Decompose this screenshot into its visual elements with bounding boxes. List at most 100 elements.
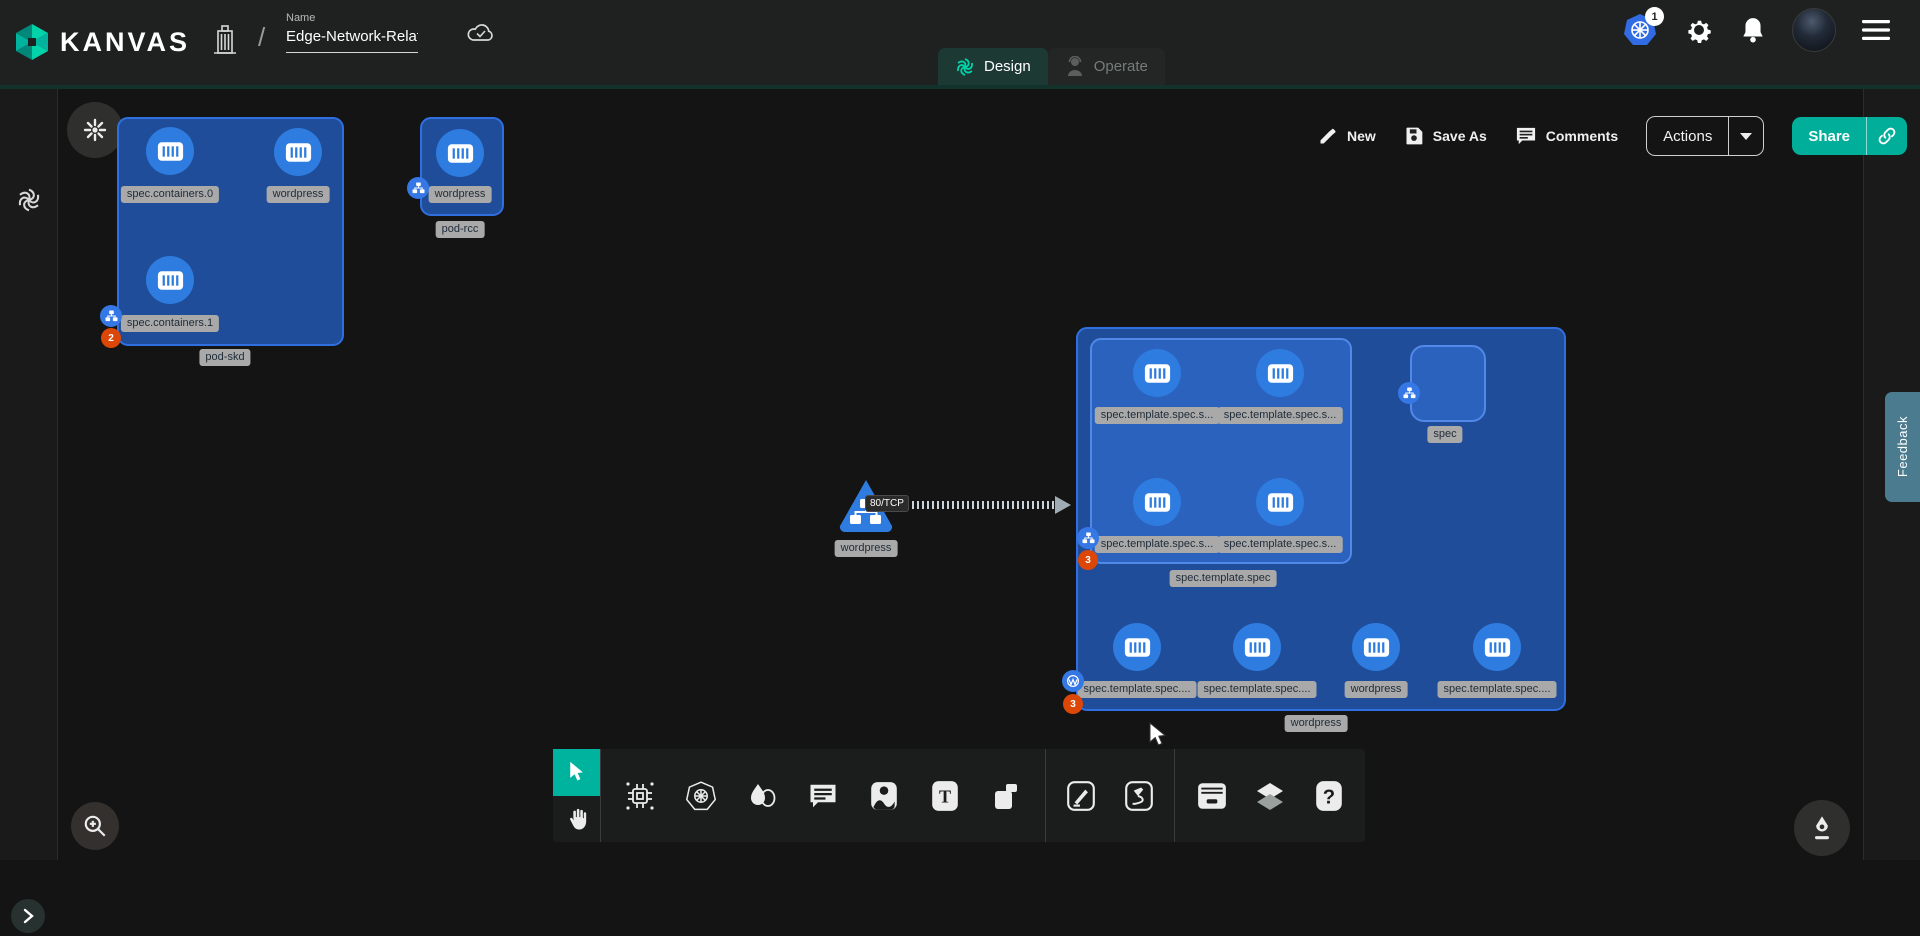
copy-link-button[interactable] [1867,126,1907,146]
node-label: spec.template.spec.s... [1218,536,1343,553]
settings-gear-icon[interactable] [1684,15,1714,45]
edge-arrowhead [1055,496,1071,514]
edge-draw-tool[interactable] [1059,766,1103,826]
text-tool[interactable]: T [923,766,967,826]
feedback-tab[interactable]: Feedback [1885,392,1920,502]
actions-split-button: Actions [1646,116,1764,156]
relationship-badge-icon[interactable] [407,177,429,199]
design-name-input[interactable]: Edge-Network-Relatio [286,28,418,53]
container-node[interactable] [274,128,322,176]
hamburger-menu-icon[interactable] [1862,19,1890,41]
notifications-bell-icon[interactable] [1740,16,1766,44]
svg-text:?: ? [1322,786,1334,808]
media-tool[interactable] [862,766,906,826]
kubernetes-context-button[interactable]: 1 [1622,13,1658,47]
new-button-label: New [1347,128,1376,144]
k8s-context-count-badge: 1 [1645,7,1664,26]
mode-tabs: Design Operate [938,48,1165,85]
node-label: spec.template.spec.... [1078,681,1197,698]
group-label: wordpress [1285,715,1348,732]
error-count-badge[interactable]: 3 [1063,694,1083,714]
drawer-tool[interactable] [1190,766,1234,826]
breadcrumb-separator: / [258,22,265,53]
shapes-tool[interactable] [740,766,784,826]
zoom-button[interactable] [71,802,119,850]
name-label: Name [286,12,418,24]
brand: KANVAS [14,22,190,62]
node-label: spec.template.spec.s... [1095,536,1220,553]
container-node[interactable] [1473,623,1521,671]
pen-tool-button[interactable] [1794,800,1850,856]
select-tool-button[interactable] [553,749,600,796]
user-avatar[interactable] [1792,8,1836,52]
comment-tool[interactable] [801,766,845,826]
container-node[interactable] [1352,623,1400,671]
pointer-tool-column [553,749,600,842]
node-label: spec.containers.0 [121,186,219,203]
relationship-badge-icon[interactable] [1077,527,1099,549]
container-node[interactable] [1133,478,1181,526]
tab-operate-label: Operate [1094,58,1148,75]
tab-operate[interactable]: Operate [1048,48,1165,85]
new-button[interactable]: New [1318,126,1376,146]
container-node[interactable] [1256,478,1304,526]
chevron-down-icon [1740,133,1752,140]
container-node[interactable] [1113,623,1161,671]
container-node[interactable] [146,256,194,304]
dock-spiral-icon[interactable] [16,187,42,213]
save-as-button-label: Save As [1433,128,1487,144]
node-label: wordpress [835,540,898,557]
components-chip-tool[interactable] [618,766,662,826]
wordpress-badge-icon[interactable] [1062,670,1084,692]
mouse-cursor [1148,722,1170,748]
pan-tool-button[interactable] [553,796,600,843]
organization-icon[interactable] [212,24,238,56]
spec-node[interactable] [1410,345,1486,422]
left-rail [0,89,58,860]
node-label: wordpress [267,186,330,203]
save-as-button[interactable]: Save As [1404,126,1487,146]
share-split-button: Share [1792,117,1907,155]
comments-button-label: Comments [1546,128,1618,144]
actions-button[interactable]: Actions [1647,128,1728,145]
canvas-toolbar: T ? [553,749,1365,842]
container-node[interactable] [1233,623,1281,671]
canvas-settings-button[interactable] [67,102,123,158]
design-spiral-icon [955,57,975,77]
container-node[interactable] [1256,349,1304,397]
group-spec-template-spec[interactable] [1090,338,1352,564]
save-icon [1404,126,1424,146]
design-name-field[interactable]: Name Edge-Network-Relatio [286,12,418,53]
node-label: spec.template.spec.... [1438,681,1557,698]
node-label: wordpress [1345,681,1408,698]
layers-tool[interactable] [1248,766,1292,826]
error-count-badge[interactable]: 2 [101,328,121,348]
group-label: spec.template.spec [1170,570,1277,587]
container-node[interactable] [1133,349,1181,397]
help-tool[interactable]: ? [1307,766,1351,826]
kubernetes-tool[interactable] [679,766,723,826]
operator-icon [1065,56,1085,78]
kanvas-logo-icon[interactable] [14,22,50,62]
actions-dropdown-toggle[interactable] [1729,133,1763,140]
design-action-bar: New Save As Comments Actions Share [1318,117,1907,155]
comments-button[interactable]: Comments [1515,126,1618,146]
pencil-icon [1318,126,1338,146]
cloud-sync-icon [466,22,496,44]
note-tool[interactable] [984,766,1028,826]
container-node[interactable] [146,127,194,175]
comment-icon [1515,126,1537,146]
tab-design[interactable]: Design [938,48,1048,85]
node-label: wordpress [429,186,492,203]
node-label: spec.containers.1 [121,315,219,332]
expand-left-panel-button[interactable] [11,899,45,933]
error-count-badge[interactable]: 3 [1078,550,1098,570]
share-button[interactable]: Share [1792,128,1866,145]
container-node[interactable] [436,129,484,177]
tab-design-label: Design [984,58,1031,75]
node-label: spec [1427,426,1462,443]
relationship-badge-icon[interactable] [1398,382,1420,404]
edge-service-to-deployment[interactable] [897,501,1055,509]
relationship-badge-icon[interactable] [100,305,122,327]
freehand-draw-tool[interactable] [1117,766,1161,826]
